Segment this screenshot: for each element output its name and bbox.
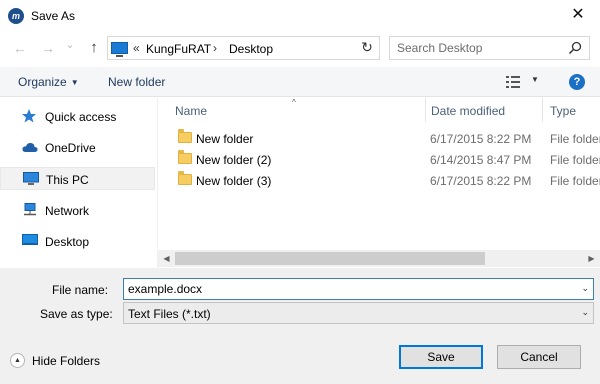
address-bar[interactable]: « KungFuRAT › Desktop ⌄ xyxy=(107,36,460,60)
file-type: File folder xyxy=(550,153,600,167)
horizontal-scrollbar[interactable]: ◀ ▶ xyxy=(158,250,600,267)
sidebar-item-desktop[interactable]: Desktop xyxy=(0,230,155,253)
chevron-up-icon: ▲ xyxy=(10,353,25,368)
table-row[interactable]: New folder (2) 6/14/2015 8:47 PM File fo… xyxy=(174,149,600,169)
file-name-label: File name: xyxy=(52,283,109,297)
command-toolbar: Organize ▼ New folder ▼ ? xyxy=(0,67,600,97)
breadcrumb-separator[interactable]: › xyxy=(213,41,217,55)
view-dropdown-icon[interactable]: ▼ xyxy=(531,75,539,84)
window-title: Save As xyxy=(31,9,76,23)
table-row[interactable]: New folder (3) 6/17/2015 8:22 PM File fo… xyxy=(174,170,600,190)
file-name: New folder (2) xyxy=(196,153,272,167)
folder-icon xyxy=(178,150,192,164)
organize-dropdown-icon: ▼ xyxy=(70,78,79,87)
close-button[interactable]: ✕ xyxy=(556,0,600,31)
file-name-field[interactable]: ⌄ xyxy=(123,278,594,300)
computer-icon xyxy=(111,42,128,57)
sidebar-item-label: Network xyxy=(45,204,90,218)
file-name: New folder (3) xyxy=(196,174,272,188)
navigation-pane: Quick access OneDrive This PC Network De… xyxy=(0,98,157,268)
save-as-type-label: Save as type: xyxy=(40,307,113,321)
file-date: 6/17/2015 8:22 PM xyxy=(430,174,532,188)
sort-ascending-icon: ^ xyxy=(292,98,296,107)
sidebar-item-this-pc[interactable]: This PC xyxy=(0,167,155,190)
file-date: 6/14/2015 8:47 PM xyxy=(430,153,532,167)
save-as-type-dropdown-icon[interactable]: ⌄ xyxy=(581,307,589,318)
network-icon xyxy=(24,203,36,216)
column-separator[interactable] xyxy=(425,98,426,122)
breadcrumb-overflow[interactable]: « xyxy=(133,41,140,55)
save-form: File name: ⌄ Save as type: Text Files (*… xyxy=(0,268,600,384)
recent-locations-icon[interactable]: ⌄ xyxy=(60,35,80,55)
view-options-icon[interactable] xyxy=(506,76,520,88)
organize-button[interactable]: Organize ▼ xyxy=(18,75,79,89)
file-date: 6/17/2015 8:22 PM xyxy=(430,132,532,146)
file-name-dropdown-icon[interactable]: ⌄ xyxy=(581,283,589,294)
file-name: New folder xyxy=(196,132,254,146)
new-folder-button[interactable]: New folder xyxy=(108,75,165,89)
up-arrow-icon[interactable]: ↑ xyxy=(84,38,104,58)
column-header-name[interactable]: Name xyxy=(175,104,207,118)
file-list: ^ Name Date modified Type New folder 6/1… xyxy=(158,98,600,268)
column-separator[interactable] xyxy=(542,98,543,122)
folder-icon xyxy=(178,129,192,143)
column-header-date-modified[interactable]: Date modified xyxy=(431,104,505,118)
scroll-left-icon[interactable]: ◀ xyxy=(158,250,175,267)
search-icon[interactable] xyxy=(568,41,582,55)
breadcrumb-kungfurat[interactable]: KungFuRAT xyxy=(146,42,211,56)
computer-icon xyxy=(23,172,39,185)
app-icon: m xyxy=(8,8,24,24)
file-name-input[interactable] xyxy=(128,280,568,298)
desktop-icon xyxy=(22,234,38,245)
title-bar: m Save As ✕ xyxy=(0,0,600,31)
sidebar-item-quick-access[interactable]: Quick access xyxy=(0,105,155,128)
sidebar-item-onedrive[interactable]: OneDrive xyxy=(0,136,155,159)
save-as-type-select[interactable]: Text Files (*.txt) ⌄ xyxy=(123,302,594,324)
scroll-right-icon[interactable]: ▶ xyxy=(583,250,600,267)
breadcrumb-desktop[interactable]: Desktop xyxy=(229,42,273,56)
forward-arrow-icon[interactable]: → xyxy=(38,38,58,58)
sidebar-item-network[interactable]: Network xyxy=(0,199,155,222)
search-input[interactable] xyxy=(397,38,557,58)
save-as-type-value: Text Files (*.txt) xyxy=(128,307,211,321)
search-box[interactable] xyxy=(389,36,590,60)
cloud-icon xyxy=(22,142,38,152)
sidebar-item-label: OneDrive xyxy=(45,141,96,155)
star-icon xyxy=(22,109,36,123)
column-header-type[interactable]: Type xyxy=(550,104,576,118)
file-type: File folder xyxy=(550,174,600,188)
sidebar-item-label: This PC xyxy=(46,173,89,187)
back-arrow-icon[interactable]: ← xyxy=(10,38,30,58)
save-button[interactable]: Save xyxy=(399,345,483,369)
hide-folders-label: Hide Folders xyxy=(32,354,101,368)
refresh-icon[interactable]: ↻ xyxy=(355,36,379,60)
table-row[interactable]: New folder 6/17/2015 8:22 PM File folder xyxy=(174,128,600,148)
navigation-bar: ← → ⌄ ↑ « KungFuRAT › Desktop ⌄ ↻ xyxy=(0,33,600,63)
organize-label: Organize xyxy=(18,75,67,89)
help-icon[interactable]: ? xyxy=(569,74,585,90)
folder-icon xyxy=(178,171,192,185)
sidebar-item-label: Quick access xyxy=(45,110,117,124)
sidebar-item-label: Desktop xyxy=(45,235,90,249)
file-type: File folder xyxy=(550,132,600,146)
scrollbar-thumb[interactable] xyxy=(175,252,485,265)
cancel-button[interactable]: Cancel xyxy=(497,345,581,369)
